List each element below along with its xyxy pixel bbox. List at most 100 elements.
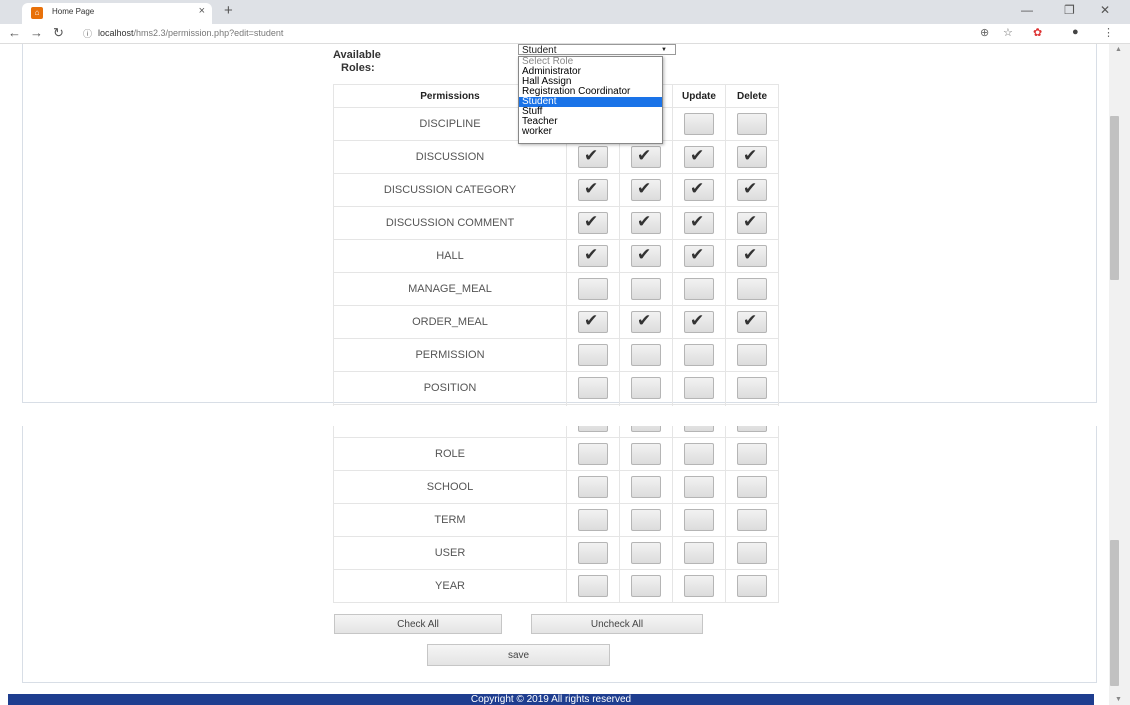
forward-icon[interactable]: → [30, 25, 43, 40]
checked-checkbox[interactable] [737, 146, 767, 168]
table-row: ROLE [333, 437, 779, 471]
new-tab-icon[interactable]: + [224, 2, 233, 19]
unchecked-checkbox[interactable] [684, 443, 714, 465]
unchecked-checkbox[interactable] [578, 476, 608, 498]
reload-icon[interactable]: ↻ [53, 25, 64, 41]
unchecked-checkbox[interactable] [578, 575, 608, 597]
unchecked-checkbox[interactable] [737, 542, 767, 564]
unchecked-checkbox[interactable] [578, 443, 608, 465]
checked-checkbox[interactable] [631, 245, 661, 267]
unchecked-checkbox[interactable] [631, 278, 661, 300]
unchecked-checkbox[interactable] [737, 443, 767, 465]
bookmark-star-icon[interactable]: ☆ [1003, 26, 1013, 39]
checkbox-cell [672, 569, 726, 603]
checked-checkbox[interactable] [578, 179, 608, 201]
unchecked-checkbox[interactable] [578, 509, 608, 531]
checkbox-cell [725, 569, 779, 603]
unchecked-checkbox[interactable] [684, 278, 714, 300]
unchecked-checkbox[interactable] [684, 575, 714, 597]
minimize-icon[interactable]: — [1021, 3, 1033, 17]
profile-avatar-icon[interactable]: ● [1072, 26, 1079, 38]
site-info-icon[interactable]: ⓘ [83, 27, 92, 40]
unchecked-checkbox[interactable] [684, 377, 714, 399]
uncheck-all-button[interactable]: Uncheck All [531, 614, 703, 634]
checked-checkbox[interactable] [737, 179, 767, 201]
scrollbar-thumb-lower[interactable] [1110, 540, 1119, 686]
role-select[interactable]: Student ▼ [518, 44, 676, 56]
unchecked-checkbox[interactable] [737, 509, 767, 531]
checkbox-cell [619, 305, 673, 339]
checkbox-cell [725, 536, 779, 570]
unchecked-checkbox[interactable] [737, 476, 767, 498]
unchecked-checkbox[interactable] [684, 542, 714, 564]
column-header: Update [672, 84, 726, 108]
table-row: TERM [333, 503, 779, 537]
browser-tab[interactable]: ⌂ Home Page × [22, 3, 212, 24]
checked-checkbox[interactable] [578, 146, 608, 168]
chevron-down-icon: ▼ [661, 47, 667, 53]
tab-close-icon[interactable]: × [199, 5, 205, 17]
unchecked-checkbox[interactable] [684, 476, 714, 498]
checkbox-cell [566, 371, 620, 405]
checked-checkbox[interactable] [684, 179, 714, 201]
unchecked-checkbox[interactable] [631, 377, 661, 399]
unchecked-checkbox[interactable] [737, 377, 767, 399]
checked-checkbox[interactable] [578, 245, 608, 267]
checked-checkbox[interactable] [631, 146, 661, 168]
unchecked-checkbox[interactable] [631, 443, 661, 465]
zoom-icon[interactable]: ⊕ [980, 26, 989, 39]
unchecked-checkbox[interactable] [684, 344, 714, 366]
unchecked-checkbox[interactable] [578, 344, 608, 366]
restore-icon[interactable]: ❐ [1064, 3, 1075, 17]
checkbox-cell [566, 239, 620, 273]
checked-checkbox[interactable] [578, 212, 608, 234]
back-icon[interactable]: ← [8, 25, 21, 40]
checked-checkbox[interactable] [684, 311, 714, 333]
checked-checkbox[interactable] [737, 245, 767, 267]
permission-name: DISCUSSION CATEGORY [333, 173, 567, 207]
unchecked-checkbox[interactable] [631, 476, 661, 498]
table-row: HALL [333, 239, 779, 273]
table-row: PERMISSION [333, 338, 779, 372]
check-all-button[interactable]: Check All [334, 614, 502, 634]
checked-checkbox[interactable] [684, 245, 714, 267]
unchecked-checkbox[interactable] [737, 575, 767, 597]
tab-title: Home Page [52, 7, 95, 16]
scroll-down-icon[interactable]: ▼ [1115, 696, 1122, 703]
checkbox-cell [725, 470, 779, 504]
checked-checkbox[interactable] [631, 212, 661, 234]
unchecked-checkbox[interactable] [631, 542, 661, 564]
unchecked-checkbox[interactable] [631, 344, 661, 366]
address-toolbar: ← → ↻ ⓘ localhost/hms2.3/permission.php?… [0, 24, 1130, 44]
table-row: YEAR [333, 569, 779, 603]
extension-icon[interactable]: ✿ [1033, 26, 1042, 39]
unchecked-checkbox[interactable] [737, 344, 767, 366]
unchecked-checkbox[interactable] [631, 575, 661, 597]
unchecked-checkbox[interactable] [737, 278, 767, 300]
checkbox-cell [566, 338, 620, 372]
unchecked-checkbox[interactable] [578, 377, 608, 399]
table-row: DISCUSSION [333, 140, 779, 174]
menu-dots-icon[interactable]: ⋮ [1103, 26, 1114, 39]
save-button[interactable]: save [427, 644, 610, 666]
address-bar[interactable]: localhost/hms2.3/permission.php?edit=stu… [98, 28, 283, 38]
close-window-icon[interactable]: ✕ [1100, 3, 1110, 17]
unchecked-checkbox[interactable] [684, 113, 714, 135]
unchecked-checkbox[interactable] [578, 278, 608, 300]
checked-checkbox[interactable] [737, 311, 767, 333]
unchecked-checkbox[interactable] [631, 509, 661, 531]
checked-checkbox[interactable] [737, 212, 767, 234]
checked-checkbox[interactable] [684, 212, 714, 234]
checked-checkbox[interactable] [631, 311, 661, 333]
checkbox-cell [619, 338, 673, 372]
scroll-up-icon[interactable]: ▲ [1115, 46, 1122, 53]
unchecked-checkbox[interactable] [578, 542, 608, 564]
checkbox-cell [619, 173, 673, 207]
unchecked-checkbox[interactable] [737, 113, 767, 135]
checked-checkbox[interactable] [684, 146, 714, 168]
unchecked-checkbox[interactable] [684, 509, 714, 531]
role-option[interactable]: worker [519, 127, 662, 137]
checked-checkbox[interactable] [631, 179, 661, 201]
scrollbar-thumb[interactable] [1110, 116, 1119, 280]
checked-checkbox[interactable] [578, 311, 608, 333]
